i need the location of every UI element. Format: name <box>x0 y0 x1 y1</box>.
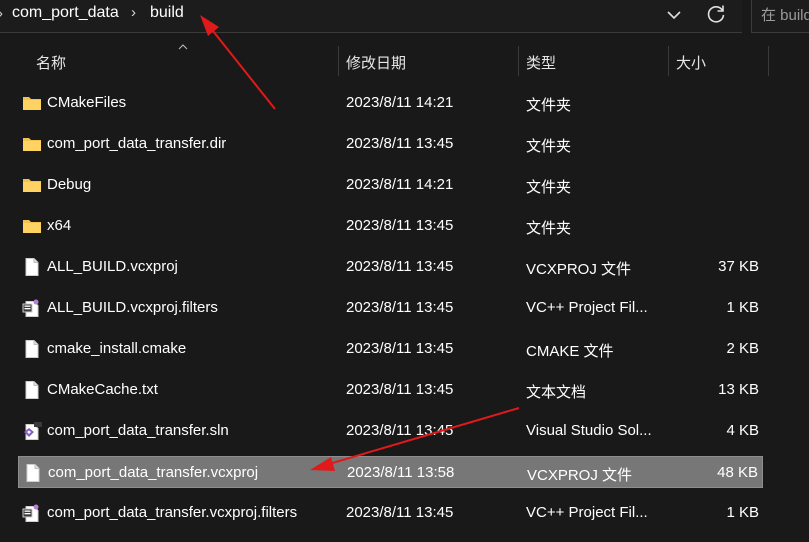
address-bar-area: › com_port_data › build 在 build <box>0 0 809 34</box>
file-size: 1 KB <box>726 504 759 521</box>
folder-icon <box>22 135 42 153</box>
column-name[interactable]: 名称 <box>36 52 66 73</box>
filters-file-icon <box>22 299 42 317</box>
file-row[interactable]: com_port_data_transfer.dir 2023/8/11 13:4… <box>18 128 763 160</box>
column-type[interactable]: 类型 <box>526 52 556 73</box>
column-divider[interactable] <box>668 46 669 76</box>
file-name: CMakeFiles <box>47 94 127 111</box>
file-type: 文本文档 <box>526 384 587 401</box>
search-placeholder: 在 build <box>761 7 809 24</box>
file-row[interactable]: CMakeCache.txt 2023/8/11 13:45 文本文档 13 KB <box>18 374 763 406</box>
column-divider[interactable] <box>518 46 519 76</box>
file-name: x64 <box>47 217 72 234</box>
file-date-modified: 2023/8/11 14:21 <box>346 176 454 193</box>
file-row[interactable]: CMakeFiles 2023/8/11 14:21 文件夹 <box>18 87 763 119</box>
file-icon <box>23 464 43 482</box>
file-icon <box>22 258 42 276</box>
file-name: ALL_BUILD.vcxproj <box>47 258 178 275</box>
filters-file-icon <box>22 504 42 522</box>
folder-icon <box>22 217 42 235</box>
file-type: VC++ Project Fil... <box>526 504 648 521</box>
file-row[interactable]: ALL_BUILD.vcxproj.filters 2023/8/11 13:45… <box>18 292 763 324</box>
column-date-modified[interactable]: 修改日期 <box>346 52 406 73</box>
breadcrumb-item-com-port-data[interactable]: com_port_data <box>12 4 119 22</box>
search-input[interactable]: 在 build <box>751 0 809 33</box>
file-name: cmake_install.cmake <box>47 340 187 357</box>
file-name: com_port_data_transfer.dir <box>47 135 227 152</box>
file-date-modified: 2023/8/11 13:45 <box>346 258 454 275</box>
breadcrumb-separator[interactable]: › <box>131 4 136 21</box>
file-size: 13 KB <box>718 381 759 398</box>
breadcrumb-item-build[interactable]: build <box>150 4 184 22</box>
file-type: 文件夹 <box>526 138 572 155</box>
file-row[interactable]: Debug 2023/8/11 14:21 文件夹 <box>18 169 763 201</box>
column-header: 名称 修改日期 类型 大小 <box>0 44 809 78</box>
column-divider[interactable] <box>768 46 769 76</box>
file-type: VCXPROJ 文件 <box>527 467 633 484</box>
file-date-modified: 2023/8/11 13:45 <box>346 381 454 398</box>
file-row[interactable]: com_port_data_transfer.sln 2023/8/11 13:4… <box>18 415 763 447</box>
visual-studio-solution-icon <box>22 422 42 440</box>
file-date-modified: 2023/8/11 14:21 <box>346 94 454 111</box>
file-row[interactable]: com_port_data_transfer.vcxproj 2023/8/11 … <box>18 456 763 488</box>
column-size[interactable]: 大小 <box>676 52 706 73</box>
file-row[interactable]: x64 2023/8/11 13:45 文件夹 <box>18 210 763 242</box>
file-icon <box>22 381 42 399</box>
file-size: 48 KB <box>717 464 758 481</box>
breadcrumb-separator: › <box>0 5 3 22</box>
file-name: com_port_data_transfer.vcxproj <box>48 464 259 481</box>
file-size: 1 KB <box>726 299 759 316</box>
folder-icon <box>22 94 42 112</box>
file-size: 4 KB <box>726 422 759 439</box>
file-name: ALL_BUILD.vcxproj.filters <box>47 299 218 316</box>
file-date-modified: 2023/8/11 13:45 <box>346 422 454 439</box>
file-row[interactable]: ALL_BUILD.vcxproj 2023/8/11 13:45 VCXPROJ … <box>18 251 763 283</box>
sort-ascending-icon <box>178 44 188 50</box>
file-name: com_port_data_transfer.sln <box>47 422 229 439</box>
address-bar[interactable]: › com_port_data › build <box>0 0 742 33</box>
file-date-modified: 2023/8/11 13:45 <box>346 504 454 521</box>
file-type: VCXPROJ 文件 <box>526 261 632 278</box>
file-size: 2 KB <box>726 340 759 357</box>
chevron-down-icon[interactable] <box>662 3 686 27</box>
file-date-modified: 2023/8/11 13:45 <box>346 217 454 234</box>
file-type: 文件夹 <box>526 179 572 196</box>
file-row[interactable]: com_port_data_transfer.vcxproj.filters 20… <box>18 497 763 529</box>
file-name: com_port_data_transfer.vcxproj.filters <box>47 504 298 521</box>
file-size: 37 KB <box>718 258 759 275</box>
file-name: CMakeCache.txt <box>47 381 158 398</box>
file-date-modified: 2023/8/11 13:45 <box>346 135 454 152</box>
file-name: Debug <box>47 176 92 193</box>
file-date-modified: 2023/8/11 13:58 <box>347 464 455 481</box>
file-date-modified: 2023/8/11 13:45 <box>346 299 454 316</box>
folder-icon <box>22 176 42 194</box>
file-row[interactable]: cmake_install.cmake 2023/8/11 13:45 CMAKE … <box>18 333 763 365</box>
file-type: CMAKE 文件 <box>526 343 614 360</box>
file-type: 文件夹 <box>526 97 572 114</box>
refresh-icon[interactable] <box>703 1 729 27</box>
file-icon <box>22 340 42 358</box>
file-type: VC++ Project Fil... <box>526 299 648 316</box>
file-date-modified: 2023/8/11 13:45 <box>346 340 454 357</box>
column-divider[interactable] <box>338 46 339 76</box>
file-type: Visual Studio Sol... <box>526 422 652 439</box>
file-type: 文件夹 <box>526 220 572 237</box>
